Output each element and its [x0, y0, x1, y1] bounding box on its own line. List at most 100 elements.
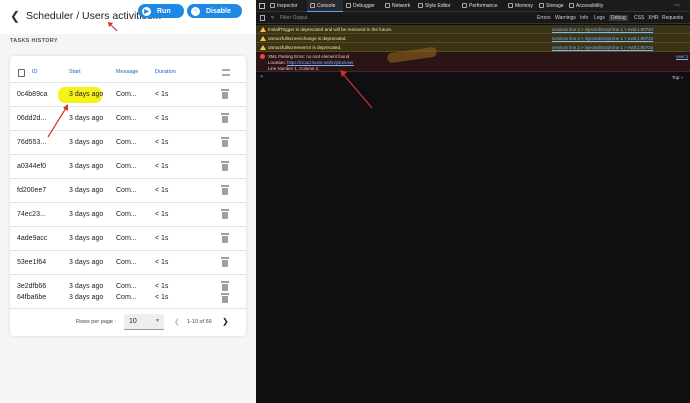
devtools-tabbar: Inspector Console Debugger Network Style… — [256, 0, 690, 12]
task-duration: < 1s — [155, 235, 169, 242]
console-prompt[interactable]: » — [260, 74, 263, 80]
task-id: 76d553... — [17, 139, 47, 146]
column-header-id[interactable]: ID — [32, 69, 38, 75]
task-duration: < 1s — [155, 139, 169, 146]
error-text: XML Parsing Error: no root element found — [268, 54, 350, 59]
section-label: TASKS HISTORY — [10, 38, 58, 44]
filter-requests[interactable]: Requests — [662, 15, 683, 21]
delete-icon[interactable] — [221, 161, 229, 171]
task-message: Com... — [116, 259, 137, 266]
task-message: Com... — [116, 139, 137, 146]
task-id: 3e2dfb66 — [17, 283, 47, 290]
task-message: Com... — [116, 283, 137, 290]
tab-label: Storage — [546, 3, 564, 9]
clear-all-icon[interactable] — [222, 69, 230, 76]
console-warning[interactable]: onmozfullscreenerror is deprecated. serv… — [256, 43, 690, 52]
delete-icon[interactable] — [221, 89, 229, 99]
task-start: 3 days ago — [69, 211, 104, 218]
next-page-icon[interactable]: ❯ — [222, 317, 229, 326]
picker-icon[interactable] — [259, 3, 265, 9]
console-filter-bar: ▿ Filter Output Errors Warnings Info Log… — [256, 12, 690, 24]
filter-info[interactable]: Info — [580, 15, 588, 21]
task-start: 3 days ago — [69, 115, 104, 122]
warning-source-link[interactable]: services line 2 > injectedScript line 1 … — [552, 36, 653, 41]
console-error[interactable]: XML Parsing Error: no root element found… — [256, 52, 690, 72]
tab-memory[interactable]: Memory — [508, 3, 533, 9]
run-button[interactable]: ▶ Run — [138, 4, 184, 18]
tab-label: Performance — [469, 3, 498, 9]
table-row[interactable]: 4ade9acc 3 days ago Com... < 1s — [10, 226, 246, 250]
filter-debug[interactable]: Debug — [609, 15, 628, 21]
filter-errors[interactable]: Errors — [537, 15, 551, 21]
tab-inspector[interactable]: Inspector — [270, 3, 298, 9]
delete-icon[interactable] — [221, 281, 229, 291]
delete-icon[interactable] — [221, 257, 229, 267]
column-header-start[interactable]: Start — [69, 69, 81, 75]
tab-storage[interactable]: Storage — [539, 3, 564, 9]
table-row[interactable]: 0c4b89ca 3 days ago Com... < 1s — [10, 82, 246, 106]
filter-css[interactable]: CSS — [634, 15, 644, 21]
filter-logs[interactable]: Logs — [594, 15, 605, 21]
delete-icon[interactable] — [221, 293, 229, 303]
console-warning[interactable]: onmozfullscreenchange is deprecated. ser… — [256, 34, 690, 43]
column-header-message[interactable]: Message — [116, 69, 138, 75]
filter-input[interactable]: Filter Output — [280, 15, 308, 21]
task-duration: < 1s — [155, 294, 169, 301]
task-duration: < 1s — [155, 163, 169, 170]
task-duration: < 1s — [155, 283, 169, 290]
error-location-link[interactable]: https://cloud.ivumt.net/m/jobs/user — [287, 60, 354, 65]
prev-page-icon[interactable]: ❮ — [174, 318, 180, 326]
trash-icon[interactable] — [260, 15, 265, 21]
task-id: 4ade9acc — [17, 235, 48, 242]
console-warning[interactable]: InstallTrigger is deprecated and will be… — [256, 25, 690, 34]
tab-debugger[interactable]: Debugger — [346, 3, 375, 9]
tab-network[interactable]: Network — [385, 3, 410, 9]
tab-performance[interactable]: Performance — [462, 3, 498, 9]
error-location: Location: https://cloud.ivumt.net/m/jobs… — [268, 60, 354, 65]
delete-icon[interactable] — [221, 185, 229, 195]
error-position: Line Number 1, Column 1: — [268, 66, 320, 71]
error-location-label: Location: — [268, 60, 288, 65]
warning-source-link[interactable]: services line 2 > injectedScript line 1 … — [552, 45, 653, 50]
table-row[interactable]: 06dd2d... 3 days ago Com... < 1s — [10, 106, 246, 130]
delete-icon[interactable] — [221, 137, 229, 147]
table-row[interactable]: a0344ef0 3 days ago Com... < 1s — [10, 154, 246, 178]
tab-style-editor[interactable]: Style Editor — [418, 3, 451, 9]
table-row[interactable]: 64fba6be 3 days ago Com... < 1s — [10, 292, 246, 308]
copy-icon[interactable] — [18, 69, 25, 77]
task-start: 3 days ago — [69, 187, 104, 194]
disable-button[interactable]: ○ Disable — [187, 4, 242, 18]
back-chevron-icon[interactable]: ❮ — [10, 9, 20, 23]
error-icon — [260, 54, 265, 59]
tab-console[interactable]: Console — [310, 3, 335, 9]
tab-label: Console — [317, 3, 336, 9]
task-id: fd200ee7 — [17, 187, 47, 194]
filter-xhr[interactable]: XHR — [648, 15, 659, 21]
context-selector[interactable]: Top ÷ — [672, 75, 683, 80]
task-start: 3 days ago — [69, 91, 104, 98]
table-row[interactable]: 76d553... 3 days ago Com... < 1s — [10, 130, 246, 154]
filter-warnings[interactable]: Warnings — [555, 15, 576, 21]
table-row[interactable]: 53ee1f64 3 days ago Com... < 1s — [10, 250, 246, 274]
delete-icon[interactable] — [221, 113, 229, 123]
tab-label: Memory — [515, 3, 534, 9]
task-id: a0344ef0 — [17, 163, 47, 170]
error-source-link[interactable]: user:1 — [676, 54, 688, 59]
task-message: Com... — [116, 211, 137, 218]
tab-accessibility[interactable]: Accessibility — [569, 3, 603, 9]
table-row[interactable]: 74ec23... 3 days ago Com... < 1s — [10, 202, 246, 226]
task-start: 3 days ago — [69, 259, 104, 266]
warning-icon — [260, 45, 266, 50]
task-start: 3 days ago — [69, 139, 104, 146]
warning-source-link[interactable]: services line 2 > injectedScript line 1 … — [552, 27, 653, 32]
task-message: Com... — [116, 187, 137, 194]
rows-per-page-select[interactable]: 10 ▼ — [124, 314, 164, 330]
more-menu-icon[interactable]: ⋯ — [674, 2, 680, 9]
delete-icon[interactable] — [221, 209, 229, 219]
task-duration: < 1s — [155, 187, 169, 194]
column-header-duration[interactable]: Duration — [155, 69, 176, 75]
delete-icon[interactable] — [221, 233, 229, 243]
pagination: Rows per page : 10 ▼ ❮ 1-10 of 66 ❯ — [10, 308, 246, 336]
table-row[interactable]: fd200ee7 3 days ago Com... < 1s — [10, 178, 246, 202]
task-duration: < 1s — [155, 211, 169, 218]
